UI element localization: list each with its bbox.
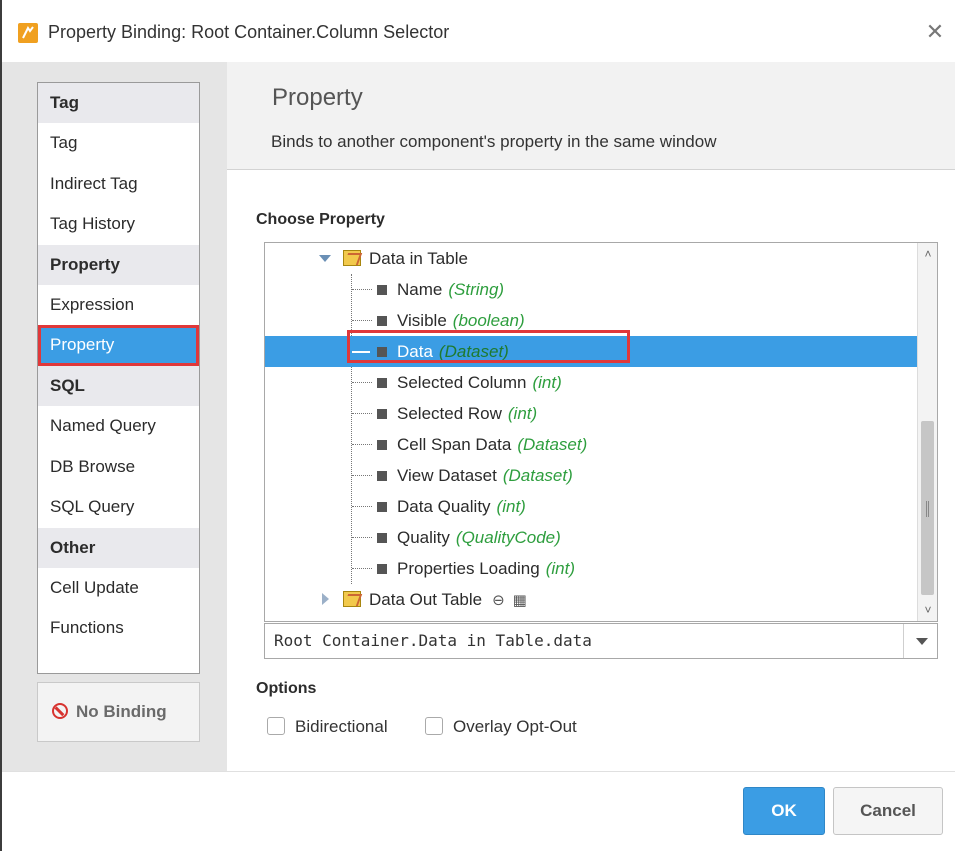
binding-type-db-browse[interactable]: DB Browse <box>38 446 199 488</box>
prop-label: Properties Loading <box>397 559 540 578</box>
prop-label: Visible <box>397 311 447 330</box>
binding-type-tag-history[interactable]: Tag History <box>38 204 199 245</box>
prop-type: (int) <box>507 404 538 423</box>
scroll-thumb[interactable] <box>921 421 934 595</box>
property-icon <box>377 533 387 543</box>
tree-prop-selected-column[interactable]: Selected Column (int) <box>265 367 917 398</box>
tree-prop-cell-span-data[interactable]: Cell Span Data (Dataset) <box>265 429 917 460</box>
tree-prop-selected-row[interactable]: Selected Row (int) <box>265 398 917 429</box>
property-icon <box>377 285 387 295</box>
tree-prop-data-quality[interactable]: Data Quality (int) <box>265 491 917 522</box>
prop-type: (boolean) <box>452 311 525 330</box>
group-header-tag: Tag <box>38 83 199 123</box>
prop-label: Data Quality <box>397 497 491 516</box>
tree-prop-properties-loading[interactable]: Properties Loading (int) <box>265 553 917 584</box>
binding-type-list: Tag Tag Indirect Tag Tag History Propert… <box>37 82 200 674</box>
binding-type-sql-query[interactable]: SQL Query <box>38 487 199 528</box>
binding-type-cell-update[interactable]: Cell Update <box>38 567 199 609</box>
tree-node-label: Data Out Table <box>369 590 483 609</box>
dropdown-arrow-icon[interactable] <box>903 624 937 658</box>
tree-prop-quality[interactable]: Quality (QualityCode) <box>265 522 917 553</box>
prop-label: View Dataset <box>397 466 497 485</box>
collapse-arrow-icon[interactable] <box>322 593 329 605</box>
checkbox-label: Overlay Opt-Out <box>453 717 577 736</box>
prop-label: Quality <box>397 528 450 547</box>
property-path-combobox[interactable]: Root Container.Data in Table.data <box>264 623 938 659</box>
overlay-opt-out-checkbox[interactable]: Overlay Opt-Out <box>425 716 577 738</box>
group-header-other: Other <box>38 527 199 568</box>
binding-type-tag[interactable]: Tag <box>38 123 199 164</box>
cancel-button[interactable]: Cancel <box>833 787 943 835</box>
property-icon <box>377 409 387 419</box>
tree-prop-name[interactable]: Name (String) <box>265 274 917 305</box>
prop-type: (int) <box>545 559 575 578</box>
property-icon <box>377 316 387 326</box>
prop-label: Cell Span Data <box>397 435 512 454</box>
window-title: Property Binding: Root Container.Column … <box>48 22 450 42</box>
link-icon: ⊖ <box>492 592 505 609</box>
property-icon <box>377 471 387 481</box>
component-icon <box>343 250 361 266</box>
dialog-footer: OK Cancel <box>2 771 955 851</box>
prohibited-icon <box>52 703 68 719</box>
property-binding-dialog: Property Binding: Root Container.Column … <box>0 0 955 851</box>
property-icon <box>377 502 387 512</box>
close-icon[interactable]: ✕ <box>923 18 947 46</box>
checkbox-label: Bidirectional <box>295 717 388 736</box>
no-binding-label: No Binding <box>76 702 167 721</box>
prop-type: (int) <box>496 497 526 516</box>
scroll-down-icon[interactable]: ˅ <box>921 603 935 617</box>
options-label: Options <box>256 680 317 697</box>
property-icon <box>377 378 387 388</box>
prop-label: Selected Row <box>397 404 502 423</box>
grip-icon <box>926 501 929 517</box>
binding-header: Property Binds to another component's pr… <box>227 62 955 170</box>
tree-node-label: Data in Table <box>369 249 468 268</box>
group-header-property: Property <box>38 244 199 285</box>
property-icon <box>377 440 387 450</box>
title-bar: Property Binding: Root Container.Column … <box>2 0 955 62</box>
tree-prop-view-dataset[interactable]: View Dataset (Dataset) <box>265 460 917 491</box>
selection-highlight-annotation <box>347 330 630 363</box>
prop-label: Name <box>397 280 443 299</box>
binding-title: Property <box>272 84 363 111</box>
checkbox-box[interactable] <box>425 717 443 735</box>
prop-type: (String) <box>448 280 505 299</box>
component-icon <box>343 591 361 607</box>
binding-type-functions[interactable]: Functions <box>38 608 199 649</box>
binding-type-indirect-tag[interactable]: Indirect Tag <box>38 163 199 205</box>
property-tree[interactable]: Data in Table Name (String) Visible (boole… <box>264 242 938 622</box>
designer-app-icon <box>18 23 38 43</box>
binding-description: Binds to another component's property in… <box>271 132 717 151</box>
no-binding-button[interactable]: No Binding <box>37 682 200 742</box>
tree-node-data-in-table[interactable]: Data in Table <box>265 243 917 274</box>
scroll-up-icon[interactable]: ˄ <box>921 247 935 261</box>
prop-label: Selected Column <box>397 373 527 392</box>
binding-type-expression[interactable]: Expression <box>38 284 199 326</box>
table-binding-icon: ▦ <box>512 592 527 609</box>
prop-type: (Dataset) <box>502 466 573 485</box>
prop-type: (Dataset) <box>517 435 588 454</box>
tree-node-data-out-table[interactable]: Data Out Table ⊖ ▦ <box>265 584 917 615</box>
property-icon <box>377 564 387 574</box>
ok-button[interactable]: OK <box>743 787 825 835</box>
prop-type: (int) <box>532 373 562 392</box>
binding-type-named-query[interactable]: Named Query <box>38 405 199 447</box>
bidirectional-checkbox[interactable]: Bidirectional <box>267 716 388 738</box>
expand-arrow-icon[interactable] <box>319 255 331 262</box>
checkbox-box[interactable] <box>267 717 285 735</box>
prop-type: (QualityCode) <box>455 528 561 547</box>
binding-config-panel: Choose Property Data in Table Name (Strin… <box>227 171 955 771</box>
property-path-value[interactable]: Root Container.Data in Table.data <box>274 631 592 650</box>
binding-type-panel: Tag Tag Indirect Tag Tag History Propert… <box>2 62 227 771</box>
tree-scrollbar[interactable]: ˄ ˅ <box>917 243 937 621</box>
group-header-sql: SQL <box>38 365 199 406</box>
choose-property-label: Choose Property <box>256 211 385 228</box>
binding-type-property[interactable]: Property <box>38 325 199 366</box>
